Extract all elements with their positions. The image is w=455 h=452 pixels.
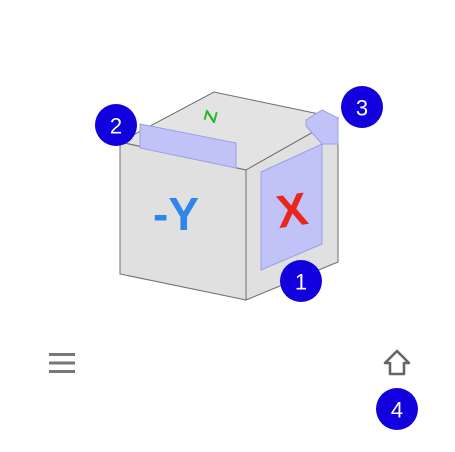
viewcube-canvas: -Y X Z 1 2 3 4 [95, 86, 418, 430]
home-button[interactable] [380, 347, 414, 379]
viewcube-widget: -Y X Z 1 2 3 4 [0, 0, 455, 452]
callout-1-text: 1 [295, 270, 307, 295]
menu-button[interactable] [46, 347, 78, 379]
callout-badge-2: 2 [95, 104, 137, 146]
home-icon [383, 349, 411, 376]
callout-badge-4: 4 [376, 388, 418, 430]
hamburger-menu-icon [49, 353, 75, 373]
callout-3-text: 3 [356, 96, 368, 121]
front-face-label: -Y [153, 188, 199, 240]
callout-2-text: 2 [110, 114, 122, 139]
callout-badge-3: 3 [341, 86, 383, 128]
callout-badge-1: 1 [280, 260, 322, 302]
callout-4-text: 4 [391, 398, 403, 423]
